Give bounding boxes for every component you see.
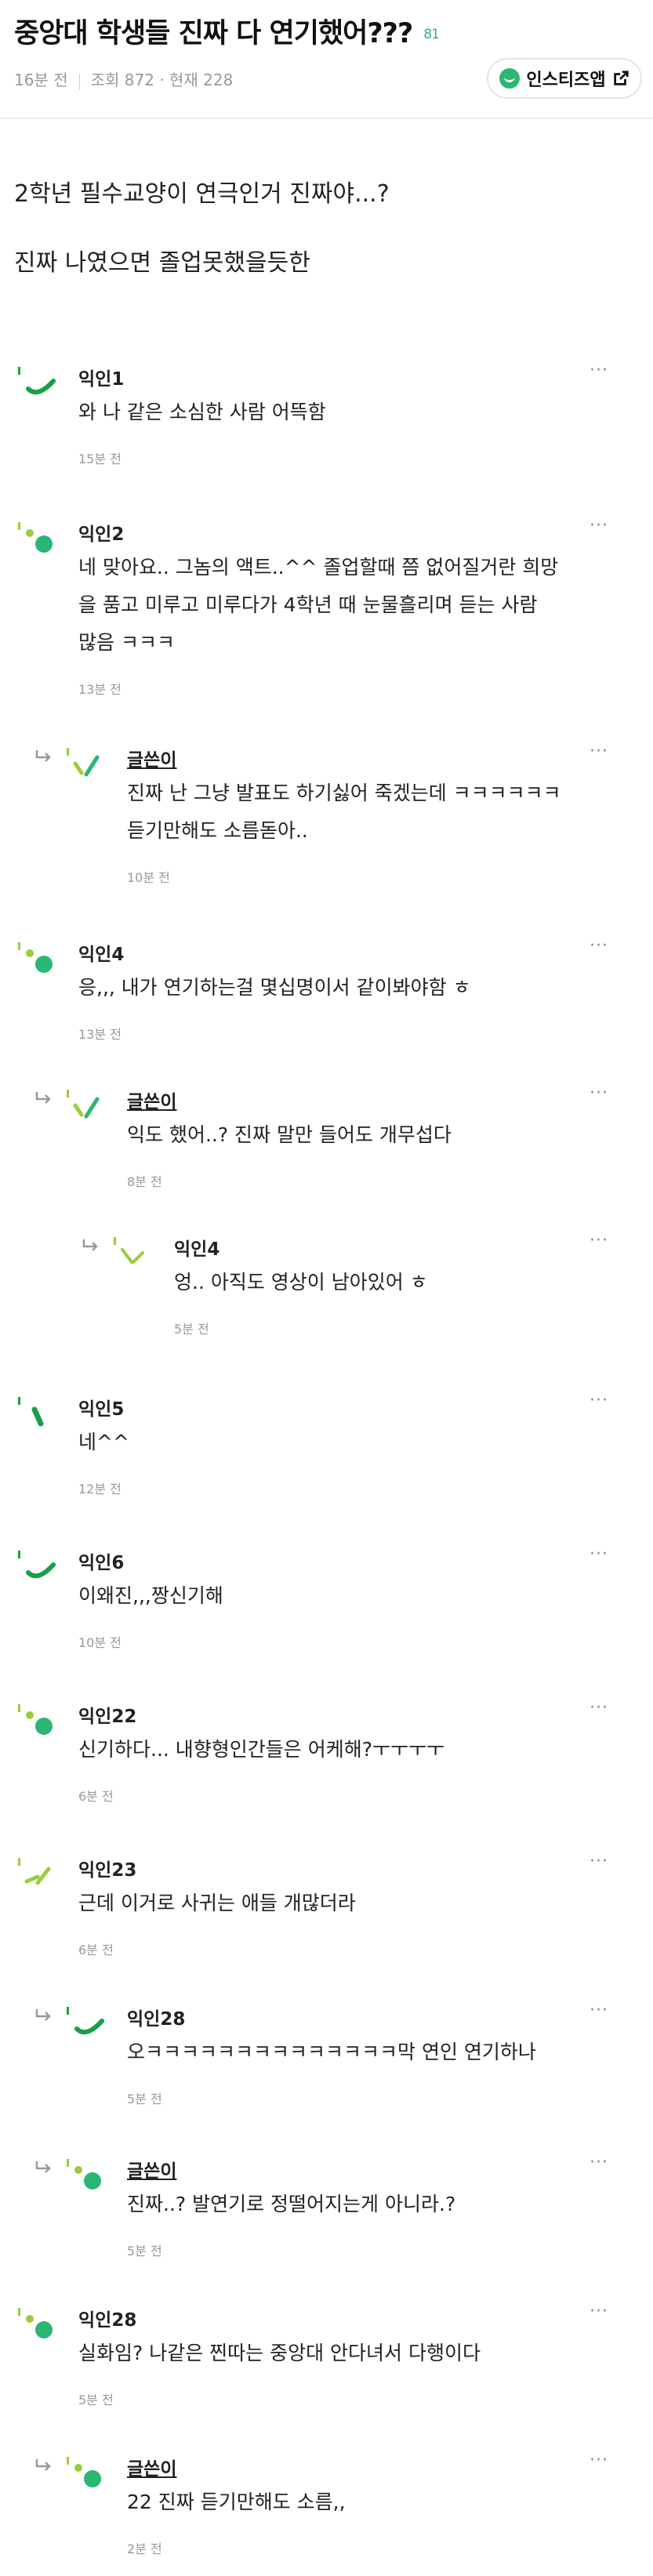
open-app-button[interactable]: 인스티즈앱 (487, 58, 642, 99)
comment-text: 네^^ (78, 1431, 129, 1453)
comment-text: 이왜진,,,짱신기해 (78, 1584, 223, 1607)
more-dots-icon[interactable]: ··· (590, 2153, 608, 2172)
comment-time: 5분 전 (127, 2244, 162, 2259)
avatar (18, 1704, 53, 1735)
comment-time: 5분 전 (174, 1322, 209, 1337)
comment-time: 6분 전 (78, 1943, 114, 1957)
avatar (18, 522, 53, 553)
more-dots-icon[interactable]: ··· (590, 1852, 608, 1871)
comment-author[interactable]: 익인23 (78, 1855, 136, 1881)
comment-time: 6분 전 (78, 1789, 114, 1804)
reply-arrow-icon (82, 1239, 98, 1251)
more-dots-icon[interactable]: ··· (590, 1698, 608, 1718)
comment-author[interactable]: 익인4 (174, 1234, 219, 1261)
post-title: 중앙대 학생들 진짜 다 연기했어??? 81 (14, 11, 440, 51)
comment-time: 5분 전 (127, 2092, 162, 2106)
comment-author[interactable]: 글쓴이 (127, 2454, 176, 2480)
comment-author[interactable]: 익인1 (78, 364, 124, 390)
comment-text: 네 맞아요.. 그놈의 액트..^^ 졸업할때 쯤 없어질거란 희망 (78, 556, 559, 579)
comment-text: 근데 이거로 사귀는 애들 개많더라 (78, 1892, 356, 1914)
post-time: 16분 전 (14, 71, 68, 89)
more-dots-icon[interactable]: ··· (590, 1231, 608, 1250)
reply-arrow-icon (35, 2009, 51, 2021)
post-meta: 16분 전 조회 872 · 현재 228 (14, 67, 233, 90)
comment-text: 엉.. 아직도 영상이 남아있어 ㅎ (174, 1271, 428, 1293)
comment-time: 5분 전 (78, 2393, 114, 2407)
more-dots-icon[interactable]: ··· (590, 1391, 608, 1410)
comment-text: 많음 ㅋㅋㅋ (78, 631, 175, 654)
avatar (18, 2308, 53, 2338)
avatar (18, 1858, 51, 1885)
comment-text: 오ㅋㅋㅋㅋㅋㅋㅋㅋㅋㅋㅋㅋㅋㅋ막 연인 연기하나 (127, 2041, 536, 2063)
comment-author[interactable]: 익인5 (78, 1394, 124, 1420)
avatar (67, 748, 100, 777)
comment-author[interactable]: 익인28 (127, 2004, 185, 2030)
instiz-logo-icon (499, 68, 521, 89)
more-dots-icon[interactable]: ··· (590, 936, 608, 956)
avatar (67, 2007, 104, 2035)
more-dots-icon[interactable]: ··· (590, 361, 608, 380)
comment-text: 듣기만해도 소름돋아.. (127, 819, 308, 842)
more-dots-icon[interactable]: ··· (590, 2451, 608, 2470)
comment-text: 22 진짜 듣기만해도 소름,, (127, 2491, 346, 2513)
comment-text: 신기하다... 내향형인간들은 어케해?ㅜㅜㅜㅜ (78, 1738, 445, 1761)
avatar (114, 1237, 144, 1264)
more-dots-icon[interactable]: ··· (590, 1083, 608, 1103)
avatar (67, 1090, 100, 1119)
comment-time: 10분 전 (127, 870, 170, 885)
meta-divider (78, 73, 80, 89)
reply-arrow-icon (35, 2459, 51, 2471)
comment-author[interactable]: 익인6 (78, 1547, 124, 1574)
more-dots-icon[interactable]: ··· (590, 742, 608, 761)
comment-text: 을 품고 미루고 미루다가 4학년 때 눈물흘리며 듣는 사람 (78, 593, 538, 616)
view-count: 조회 872 · 현재 228 (90, 71, 234, 89)
comment-time: 15분 전 (78, 452, 122, 466)
post-title-text: 중앙대 학생들 진짜 다 연기했어??? (14, 18, 413, 49)
comment-author[interactable]: 글쓴이 (127, 1087, 176, 1113)
post-line: 2학년 필수교양이 연극인거 진짜야...? (14, 180, 390, 208)
comment-text: 와 나 같은 소심한 사람 어뜩함 (78, 401, 326, 423)
comment-time: 12분 전 (78, 1482, 122, 1497)
avatar (18, 367, 56, 395)
comment-author[interactable]: 글쓴이 (127, 745, 176, 771)
external-link-icon (613, 71, 629, 85)
post-header: 중앙대 학생들 진짜 다 연기했어??? 81 16분 전 조회 872 · 현재 … (0, 0, 653, 119)
comment-time: 8분 전 (127, 1174, 162, 1189)
comment-author[interactable]: 익인22 (78, 1701, 136, 1728)
avatar (18, 1551, 56, 1579)
comment-text: 진짜 난 그냥 발표도 하기싫어 죽겠는데 ㅋㅋㅋㅋㅋㅋ (127, 782, 561, 804)
reply-arrow-icon (35, 750, 51, 762)
comment-author[interactable]: 익인28 (78, 2305, 136, 2331)
avatar (67, 2457, 101, 2487)
more-dots-icon[interactable]: ··· (590, 2302, 608, 2321)
comment-text: 응,,, 내가 연기하는걸 몇십명이서 같이봐야함 ㅎ (78, 976, 471, 999)
more-dots-icon[interactable]: ··· (590, 2001, 608, 2020)
reply-arrow-icon (35, 2161, 51, 2173)
reply-arrow-icon (35, 1092, 51, 1104)
post-line: 진짜 나였으면 졸업못했을듯한 (14, 249, 310, 277)
avatar (67, 2159, 101, 2190)
comment-text: 익도 했어..? 진짜 말만 들어도 개무섭다 (127, 1123, 452, 1146)
more-dots-icon[interactable]: ··· (590, 1544, 608, 1564)
comment-time: 13분 전 (78, 682, 122, 697)
comment-author[interactable]: 익인4 (78, 939, 124, 966)
comment-time: 13분 전 (78, 1027, 122, 1042)
comment-time: 2분 전 (127, 2542, 162, 2556)
more-dots-icon[interactable]: ··· (590, 516, 608, 535)
comment-author[interactable]: 글쓴이 (127, 2156, 176, 2182)
comment-author[interactable]: 익인2 (78, 519, 124, 546)
comment-text: 진짜..? 발연기로 정떨어지는게 아니라.? (127, 2193, 456, 2215)
avatar (18, 1397, 44, 1427)
comment-count[interactable]: 81 (423, 27, 440, 42)
post-body: 2학년 필수교양이 연극인거 진짜야...? 진짜 나였으면 졸업못했을듯한 (0, 119, 653, 331)
comment-text: 실화임? 나같은 찐따는 중앙대 안다녀서 다행이다 (78, 2342, 481, 2364)
open-app-label: 인스티즈앱 (526, 71, 606, 90)
avatar (18, 942, 53, 973)
comment-time: 10분 전 (78, 1635, 122, 1650)
